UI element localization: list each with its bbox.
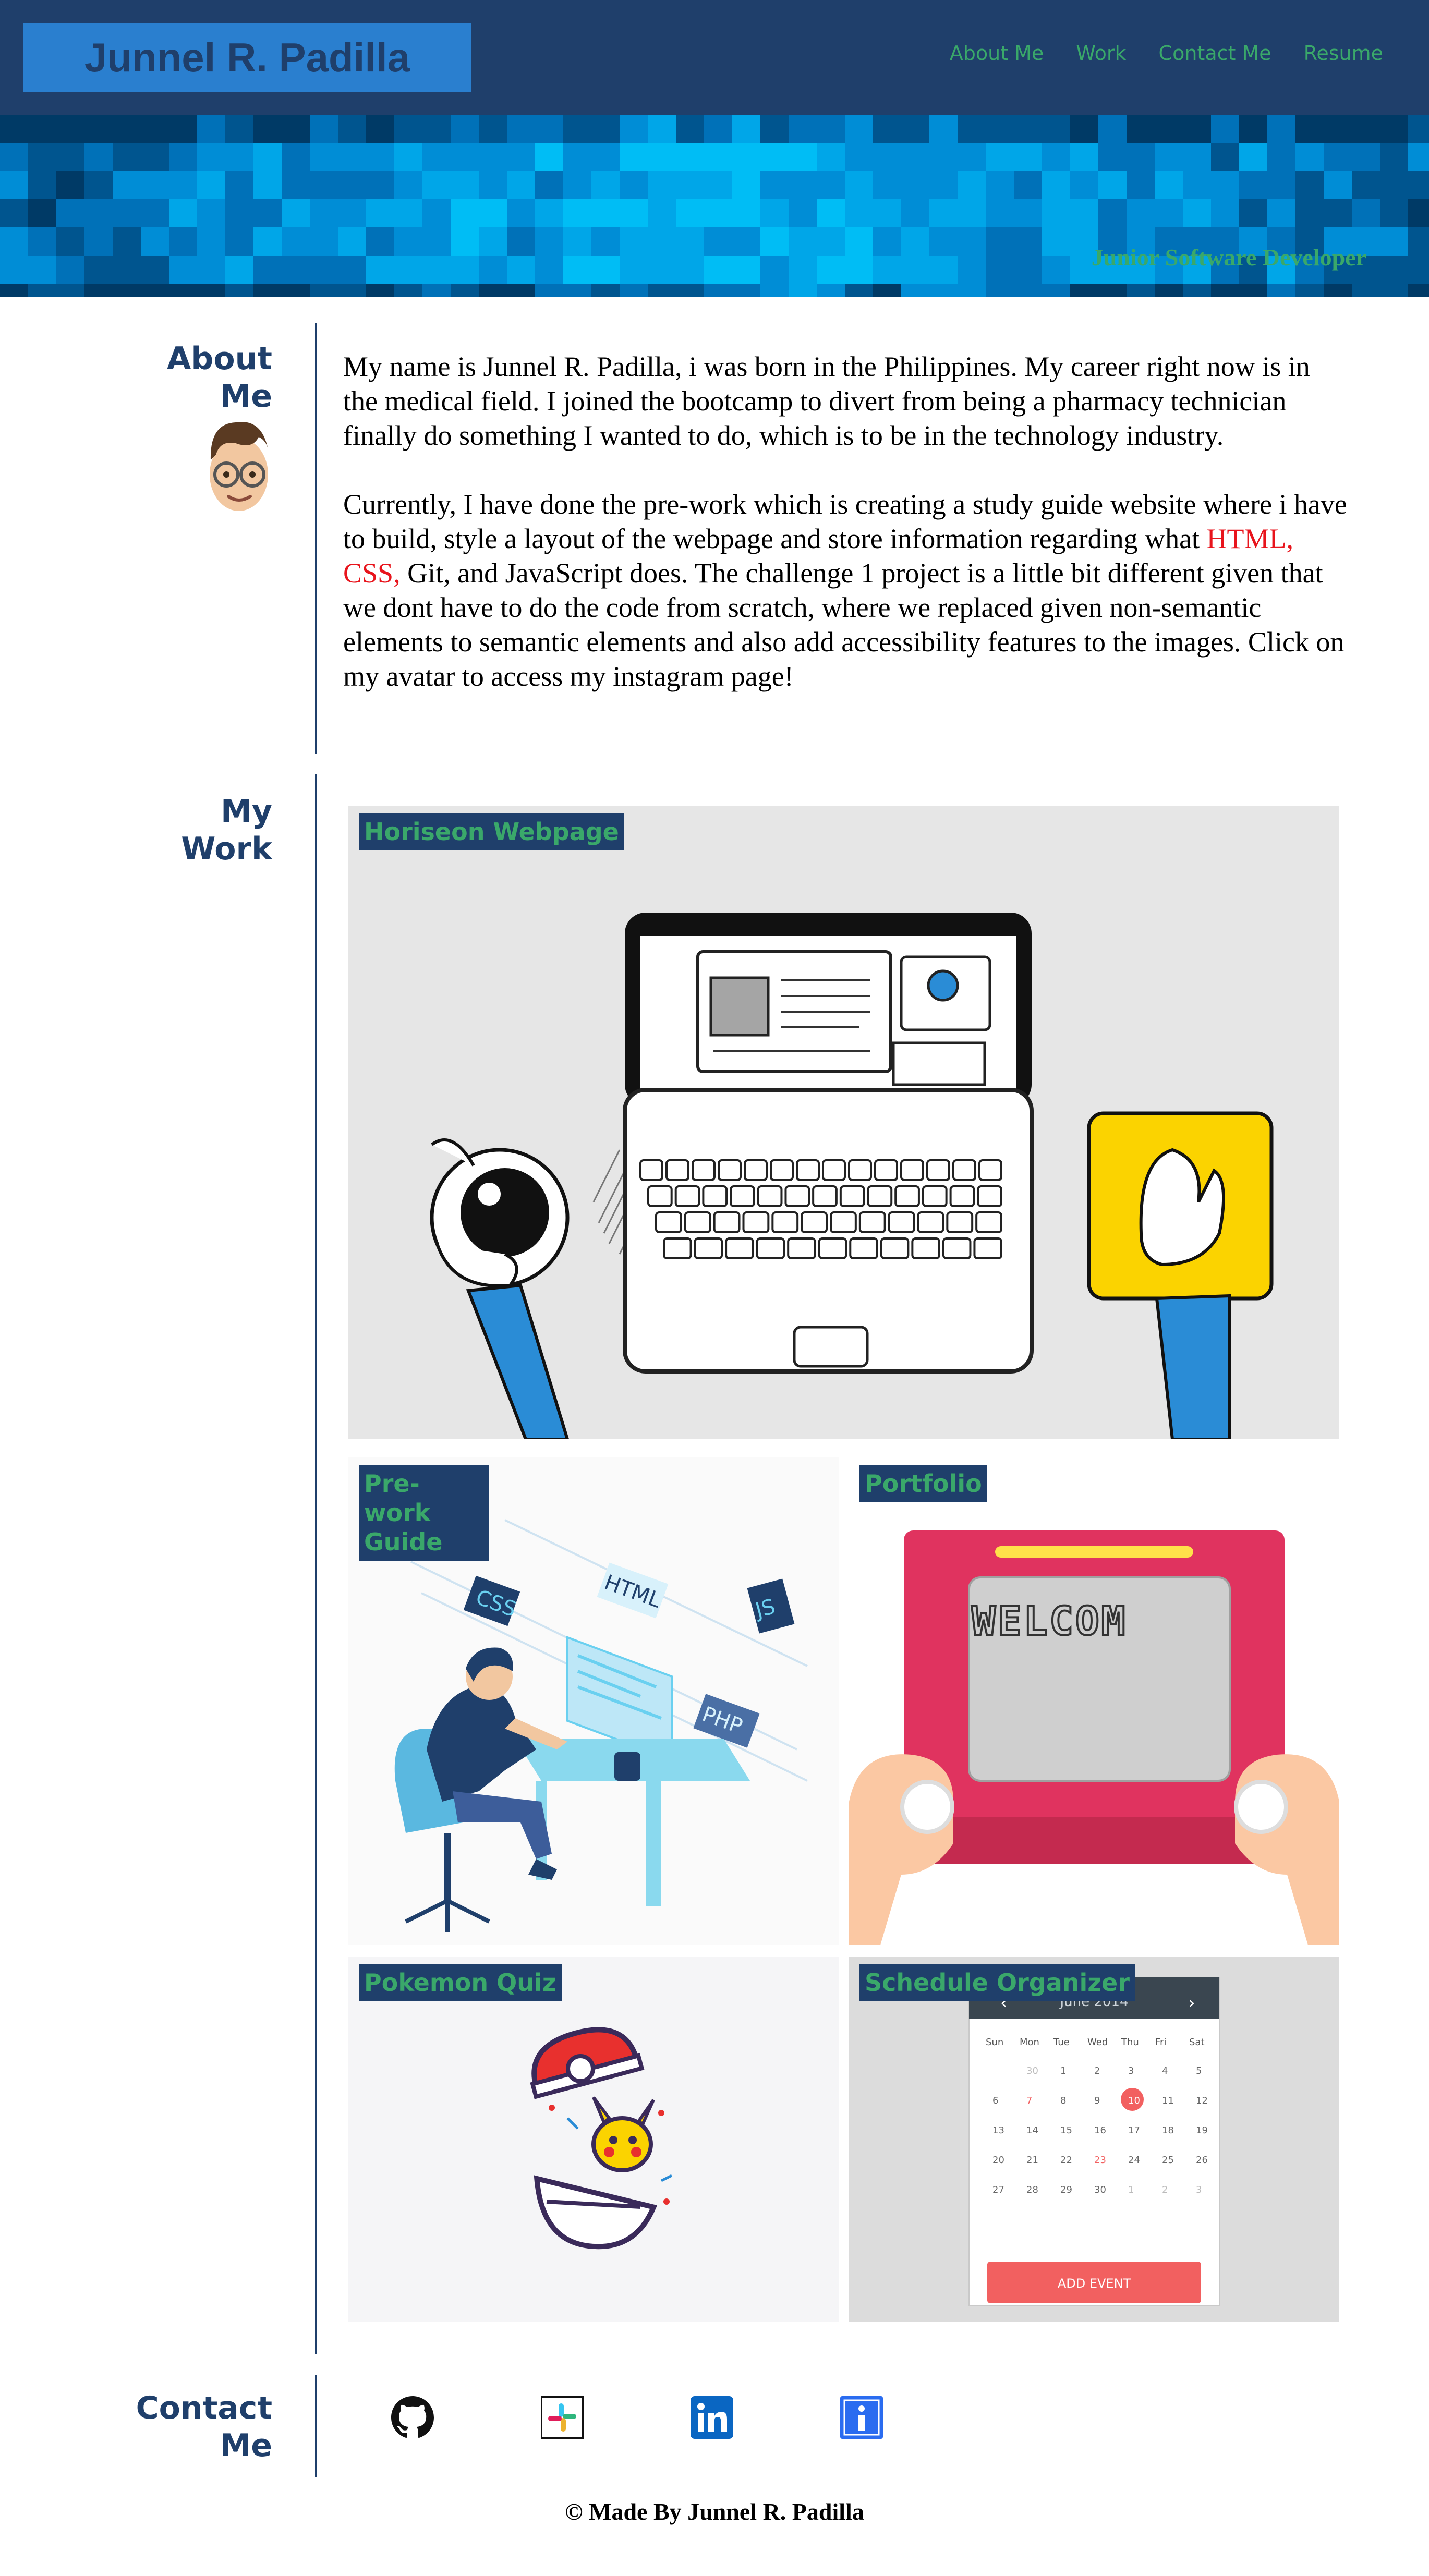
github-icon[interactable]	[391, 2396, 434, 2439]
calendar-day: 30	[1026, 2065, 1038, 2076]
calendar-weekday: Wed	[1087, 2037, 1108, 2048]
calendar-weekday: Sat	[1189, 2037, 1205, 2048]
calendar-weekday: Mon	[1020, 2037, 1039, 2048]
calendar-day: 15	[1060, 2125, 1072, 2136]
calendar-day: 25	[1162, 2155, 1174, 2166]
calendar-day: 27	[992, 2184, 1004, 2195]
calendar-day: 7	[1026, 2095, 1032, 2106]
calendar-day: 30	[1094, 2184, 1106, 2195]
site-header: Junnel R. Padilla About Me Work Contact …	[0, 0, 1429, 115]
calendar-day: 18	[1162, 2125, 1174, 2136]
calendar-day: 1	[1060, 2065, 1066, 2076]
pokeball-pikachu-illustration	[530, 2027, 673, 2250]
contact-icons	[391, 2396, 883, 2439]
calendar-day: 8	[1060, 2095, 1066, 2106]
project-label: Pre-work Guide	[359, 1465, 489, 1561]
about-text: My name is Junnel R. Padilla, i was born…	[343, 349, 1350, 728]
calendar-weekday: Sun	[986, 2037, 1003, 2048]
calendar-day: 3	[1128, 2065, 1134, 2076]
calendar-day: 5	[1196, 2065, 1202, 2076]
contact-title-line2: Me	[220, 2427, 272, 2464]
site-name: Junnel R. Padilla	[84, 34, 410, 80]
project-label: Horiseon Webpage	[359, 813, 624, 850]
calendar-day: 6	[992, 2095, 998, 2106]
slack-icon[interactable]	[541, 2396, 584, 2439]
calendar-day: 2	[1094, 2065, 1100, 2076]
about-paragraph-1: My name is Junnel R. Padilla, i was born…	[343, 351, 1310, 451]
hero-subtitle: Junior Software Developer	[1091, 244, 1366, 271]
calendar-illustration: ‹ June 2014 › Sun Mon Tue Wed Thu Fri Sat 30 1 2…	[968, 1977, 1220, 2306]
project-card-portfolio[interactable]: Portfolio WELCOM	[849, 1457, 1339, 1945]
calendar-day: 3	[1196, 2184, 1202, 2195]
brand-box[interactable]: Junnel R. Padilla	[23, 23, 471, 92]
calendar-day: 12	[1196, 2095, 1208, 2106]
project-card-pokemon[interactable]: Pokemon Quiz	[348, 1957, 839, 2322]
site-footer: © Made By Junnel R. Padilla	[565, 2498, 864, 2525]
project-label: Pokemon Quiz	[359, 1964, 562, 2001]
calendar-day: 20	[992, 2155, 1004, 2166]
calendar-day: 13	[992, 2125, 1004, 2136]
info-icon[interactable]	[840, 2396, 883, 2439]
nav-contact-me[interactable]: Contact Me	[1159, 42, 1271, 65]
calendar-day: 23	[1094, 2155, 1106, 2166]
calendar-day: 26	[1196, 2155, 1208, 2166]
work-title-line1: My	[221, 793, 272, 830]
nav-resume[interactable]: Resume	[1304, 42, 1383, 65]
contact-divider	[315, 2375, 317, 2477]
calendar-day: 11	[1162, 2095, 1174, 2106]
calendar-day: 28	[1026, 2184, 1038, 2195]
calendar-day: 21	[1026, 2155, 1038, 2166]
main-nav: About Me Work Contact Me Resume	[950, 42, 1383, 65]
about-title: About Me	[167, 340, 272, 415]
project-card-horiseon[interactable]: Horiseon Webpage	[348, 806, 1339, 1439]
calendar-day: 16	[1094, 2125, 1106, 2136]
calendar-day: 24	[1128, 2155, 1140, 2166]
about-title-line2: Me	[220, 378, 272, 415]
contact-title: Contact Me	[136, 2389, 272, 2464]
memoji-avatar-icon[interactable]	[204, 413, 273, 517]
project-card-schedule[interactable]: Schedule Organizer ‹ June 2014 › Sun Mon T…	[849, 1957, 1339, 2322]
about-title-line1: About	[166, 341, 272, 377]
project-label: Portfolio	[859, 1465, 987, 1502]
work-title-line2: Work	[181, 831, 272, 867]
etch-a-sketch-welcome-illustration: WELCOM	[849, 1530, 1339, 1945]
about-p2-end: Git, and JavaScript does. The challenge …	[343, 557, 1345, 692]
linkedin-icon[interactable]	[691, 2396, 733, 2439]
calendar-next-icon: ›	[1188, 1992, 1195, 2013]
calendar-day: 22	[1060, 2155, 1072, 2166]
calendar-day: 17	[1128, 2125, 1140, 2136]
hero-banner: Junior Software Developer	[0, 115, 1429, 297]
calendar-weekday: Tue	[1053, 2037, 1070, 2048]
contact-title-line1: Contact	[136, 2390, 272, 2426]
about-divider	[315, 323, 317, 754]
calendar-day: 19	[1196, 2125, 1208, 2136]
about-paragraph-2: Currently, I have done the pre-work whic…	[343, 487, 1350, 694]
calendar-day: 4	[1162, 2065, 1168, 2076]
add-event-button: ADD EVENT	[1058, 2276, 1131, 2291]
calendar-day: 10	[1128, 2095, 1140, 2106]
calendar-weekday: Fri	[1155, 2037, 1166, 2048]
etch-welcome-text: WELCOM	[972, 1598, 1128, 1644]
calendar-day: 14	[1026, 2125, 1038, 2136]
project-label: Schedule Organizer	[859, 1964, 1135, 2001]
laptop-coffee-illustration	[430, 913, 1274, 1439]
calendar-day: 9	[1094, 2095, 1100, 2106]
calendar-day: 2	[1162, 2184, 1168, 2195]
calendar-day: 1	[1128, 2184, 1134, 2195]
work-title: My Work	[181, 793, 272, 868]
nav-about-me[interactable]: About Me	[950, 42, 1044, 65]
calendar-day: 29	[1060, 2184, 1072, 2195]
project-card-prework[interactable]: Pre-work Guide CSS HTML JS PHP	[348, 1457, 839, 1945]
work-divider	[315, 774, 317, 2354]
calendar-weekday: Thu	[1121, 2037, 1139, 2048]
nav-work[interactable]: Work	[1076, 42, 1126, 65]
about-p2-start: Currently, I have done the pre-work whic…	[343, 489, 1347, 554]
